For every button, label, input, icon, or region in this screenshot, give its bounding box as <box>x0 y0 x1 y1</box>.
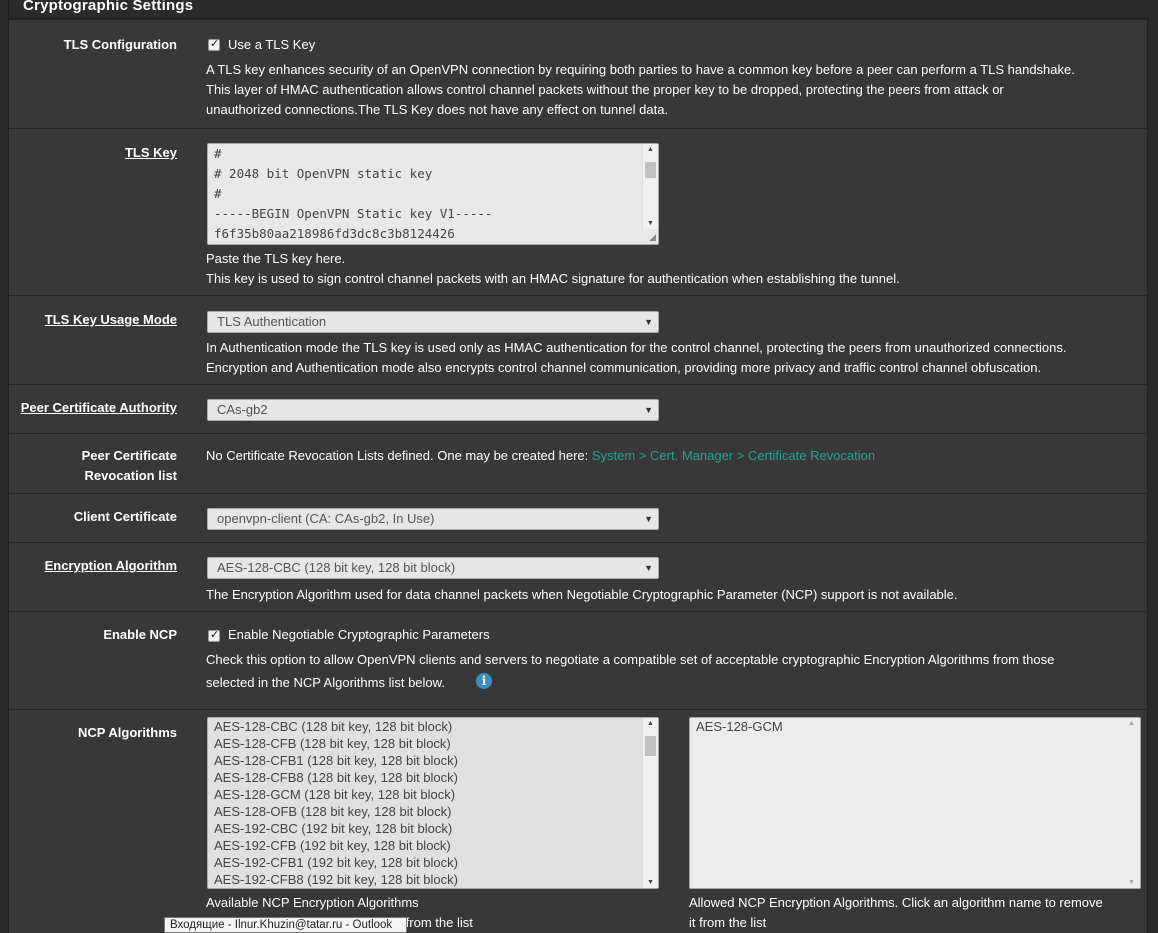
scroll-up-icon[interactable]: ▲ <box>647 720 654 727</box>
list-item[interactable]: AES-192-CBC (192 bit key, 128 bit block) <box>208 820 658 837</box>
peer-certificate-authority-label[interactable]: Peer Certificate Authority <box>21 398 177 418</box>
row-tls-key: TLS Key # # 2048 bit OpenVPN static key … <box>9 128 1149 295</box>
encryption-algorithm-label[interactable]: Encryption Algorithm <box>45 556 177 576</box>
tls-key-usage-mode-select[interactable]: TLS Authentication ▼ <box>207 311 659 333</box>
list-item[interactable]: AES-128-CFB (128 bit key, 128 bit block) <box>208 735 658 752</box>
available-ncp-options: AES-128-CBC (128 bit key, 128 bit block)… <box>208 718 658 888</box>
tls-key-usage-mode-value: TLS Authentication <box>217 314 327 329</box>
tls-key-help-2: This key is used to sign control channel… <box>206 271 900 286</box>
chevron-down-icon: ▼ <box>644 514 653 524</box>
row-peer-crl: Peer Certificate Revocation list No Cert… <box>9 433 1149 493</box>
allowed-ncp-help-2: it from the list <box>689 915 767 930</box>
use-tls-key-label[interactable]: Use a TLS Key <box>228 35 315 55</box>
available-list-scrollbar[interactable]: ▲ ▼ <box>642 718 658 888</box>
tls-key-line: # <box>214 186 222 201</box>
tls-key-line: -----BEGIN OpenVPN Static key V1----- <box>214 206 493 221</box>
encryption-algorithm-help: The Encryption Algorithm used for data c… <box>206 587 958 602</box>
available-ncp-algorithms-list[interactable]: AES-128-CBC (128 bit key, 128 bit block)… <box>207 717 659 889</box>
info-icon[interactable]: i <box>476 673 492 689</box>
chevron-down-icon: ▼ <box>644 317 653 327</box>
encryption-algorithm-value: AES-128-CBC (128 bit key, 128 bit block) <box>217 560 456 575</box>
peer-certificate-authority-select[interactable]: CAs-gb2 ▼ <box>207 399 659 421</box>
allowed-ncp-algorithms-list[interactable]: AES-128-GCM ▲ ▼ <box>689 717 1141 889</box>
scroll-down-icon[interactable]: ▼ <box>1128 879 1135 886</box>
list-item[interactable]: AES-128-CFB1 (128 bit key, 128 bit block… <box>208 752 658 769</box>
allowed-ncp-help-1: Allowed NCP Encryption Algorithms. Click… <box>689 895 1103 910</box>
row-encryption-algorithm: Encryption Algorithm AES-128-CBC (128 bi… <box>9 542 1149 611</box>
tls-key-line: # <box>214 146 222 161</box>
tls-key-usage-mode-help-2: Encryption and Authentication mode also … <box>206 360 1042 375</box>
scroll-thumb[interactable] <box>645 162 656 178</box>
resize-handle-icon[interactable]: ◢ <box>649 232 656 243</box>
row-tls-configuration: TLS Configuration Use a TLS Key A TLS ke… <box>9 19 1149 128</box>
peer-certificate-authority-value: CAs-gb2 <box>217 402 268 417</box>
scroll-down-icon[interactable]: ▼ <box>647 220 654 227</box>
list-item[interactable]: AES-128-OFB (128 bit key, 128 bit block) <box>208 803 658 820</box>
scroll-down-icon[interactable]: ▼ <box>647 879 654 886</box>
scroll-up-icon[interactable]: ▲ <box>647 146 654 153</box>
enable-ncp-help-2: selected in the NCP Algorithms list belo… <box>206 675 445 690</box>
scroll-up-icon[interactable]: ▲ <box>1128 720 1135 727</box>
list-item[interactable]: AES-128-GCM <box>690 718 1140 736</box>
allowed-list-scrollbar[interactable]: ▲ ▼ <box>1124 718 1140 888</box>
crypto-settings-panel: Cryptographic Settings TLS Configuration… <box>8 0 1149 933</box>
peer-crl-text: No Certificate Revocation Lists defined.… <box>206 446 875 466</box>
list-item[interactable]: AES-128-GCM (128 bit key, 128 bit block) <box>208 786 658 803</box>
enable-ncp-checkbox[interactable] <box>208 628 220 642</box>
peer-crl-label-2: Revocation list <box>84 468 177 483</box>
tls-configuration-help-1: A TLS key enhances security of an OpenVP… <box>206 62 1075 77</box>
tls-configuration-help-2: This layer of HMAC authentication allows… <box>206 82 1004 97</box>
row-enable-ncp: Enable NCP Enable Negotiable Cryptograph… <box>9 611 1149 709</box>
peer-crl-label-1: Peer Certificate <box>81 448 177 463</box>
tls-key-usage-mode-label[interactable]: TLS Key Usage Mode <box>45 310 177 330</box>
tls-configuration-label: TLS Configuration <box>63 37 177 52</box>
encryption-algorithm-select[interactable]: AES-128-CBC (128 bit key, 128 bit block)… <box>207 557 659 579</box>
available-ncp-help-1: Available NCP Encryption Algorithms <box>206 895 419 910</box>
chevron-down-icon: ▼ <box>644 563 653 573</box>
tls-key-help-1: Paste the TLS key here. <box>206 251 346 266</box>
tls-key-line: f6f35b80aa218986fd3dc8c3b8124426 <box>214 226 455 241</box>
list-item[interactable]: AES-192-CFB (192 bit key, 128 bit block) <box>208 837 658 854</box>
row-peer-certificate-authority: Peer Certificate Authority CAs-gb2 ▼ <box>9 384 1149 433</box>
taskbar-tooltip: Входящие - Ilnur.Khuzin@tatar.ru - Outlo… <box>164 917 407 933</box>
row-tls-key-usage-mode: TLS Key Usage Mode TLS Authentication ▼ … <box>9 295 1149 384</box>
ncp-algorithms-label: NCP Algorithms <box>78 725 177 740</box>
use-tls-key-checkbox[interactable] <box>208 37 220 51</box>
panel-title: Cryptographic Settings <box>23 0 194 14</box>
list-item[interactable]: AES-128-CFB8 (128 bit key, 128 bit block… <box>208 769 658 786</box>
enable-ncp-help-1: Check this option to allow OpenVPN clien… <box>206 652 1055 667</box>
client-certificate-label: Client Certificate <box>73 509 177 524</box>
list-item[interactable]: AES-192-CFB1 (192 bit key, 128 bit block… <box>208 854 658 871</box>
certificate-revocation-link[interactable]: System > Cert. Manager > Certificate Rev… <box>592 448 875 463</box>
list-item[interactable]: AES-128-CBC (128 bit key, 128 bit block) <box>208 718 658 735</box>
peer-crl-message: No Certificate Revocation Lists defined.… <box>206 448 592 463</box>
row-ncp-algorithms: NCP Algorithms AES-128-CBC (128 bit key,… <box>9 709 1149 933</box>
chevron-down-icon: ▼ <box>644 405 653 415</box>
tls-key-textarea[interactable]: # # 2048 bit OpenVPN static key # -----B… <box>207 143 659 245</box>
client-certificate-select[interactable]: openvpn-client (CA: CAs-gb2, In Use) ▼ <box>207 508 659 530</box>
tls-key-usage-mode-help-1: In Authentication mode the TLS key is us… <box>206 340 1067 355</box>
enable-ncp-checkbox-label[interactable]: Enable Negotiable Cryptographic Paramete… <box>228 625 490 645</box>
tls-configuration-help-3: unauthorized connections.The TLS Key doe… <box>206 102 669 117</box>
panel-header: Cryptographic Settings <box>9 0 1149 19</box>
list-item[interactable]: AES-192-CFB8 (192 bit key, 128 bit block… <box>208 871 658 888</box>
tls-key-label[interactable]: TLS Key <box>125 143 177 163</box>
tls-key-scrollbar[interactable]: ▲ ▼ <box>642 144 658 229</box>
client-certificate-value: openvpn-client (CA: CAs-gb2, In Use) <box>217 511 435 526</box>
scroll-thumb[interactable] <box>645 736 656 756</box>
tls-key-line: # 2048 bit OpenVPN static key <box>214 166 433 181</box>
row-client-certificate: Client Certificate openvpn-client (CA: C… <box>9 493 1149 542</box>
enable-ncp-label: Enable NCP <box>103 627 177 642</box>
